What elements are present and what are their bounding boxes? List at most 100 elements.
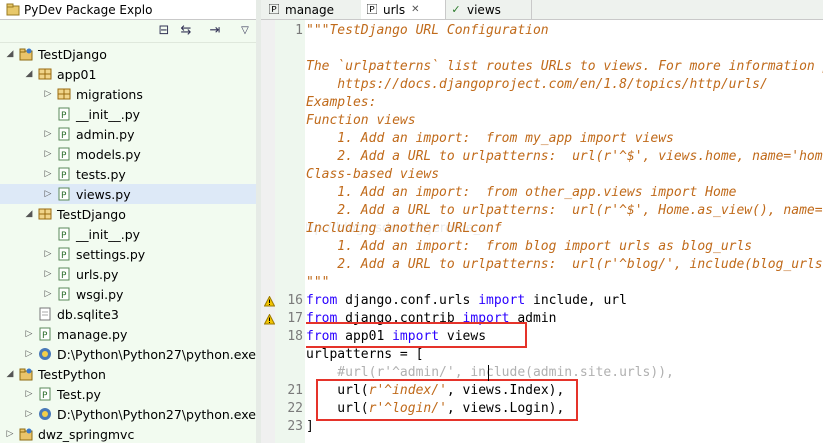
collapsed-arrow-icon[interactable]: ▷ [42,269,54,279]
tree-item[interactable]: db.sqlite3 [0,304,256,324]
close-icon[interactable]: ✕ [411,4,419,15]
collapsed-arrow-icon[interactable]: ▷ [42,289,54,299]
tree-item[interactable]: ▷ migrations [0,84,256,104]
project-icon [18,426,34,442]
line-number: 23 [287,419,303,434]
annotation-ruler [261,20,275,443]
file-icon [37,306,53,322]
tree-item[interactable]: ◢ TestDjango [0,204,256,224]
code-line: ] [306,418,314,436]
view-menu-icon[interactable]: ▽ [237,23,253,39]
tree-item[interactable]: ▷ Purls.py [0,264,256,284]
tree-item[interactable]: ▷ Psettings.py [0,244,256,264]
tree-item-label: D:\Python\Python27\python.exe [57,346,256,362]
explorer-header: PyDev Package Explo [0,0,256,20]
tree-item-label: app01 [57,66,97,82]
collapse-all-icon[interactable]: ⊟ [156,23,172,39]
explorer-view-tab[interactable]: PyDev Package Explo [0,0,158,19]
code-line: urlpatterns = [ [306,346,423,364]
tree-item-label: tests.py [76,166,126,182]
code-token: import [478,293,526,308]
tab-urls[interactable]: 🄿 urls ✕ [361,0,446,19]
line-number: 18 [287,329,303,344]
python-interpreter-icon [37,406,53,422]
package-icon [37,66,53,82]
tree-item[interactable]: ▷ dwz_springmvc [0,424,256,444]
tree-item[interactable]: ◢ TestDjango [0,44,256,64]
collapsed-arrow-icon[interactable]: ▷ [4,429,16,439]
package-icon [56,86,72,102]
py-file-icon: P [56,126,72,142]
svg-text:P: P [61,111,67,121]
py-file-icon: P [37,386,53,402]
tree-item[interactable]: ▷ Pviews.py [0,184,256,204]
collapsed-arrow-icon[interactable]: ▷ [42,149,54,159]
code-line: Including another URLconf [306,220,502,238]
collapsed-arrow-icon[interactable]: ▷ [42,129,54,139]
tree-item-label: migrations [76,86,143,102]
collapsed-arrow-icon[interactable]: ▷ [23,409,35,419]
tree-item[interactable]: ▷ P Test.py [0,384,256,404]
code-line: from django.conf.urls import include, ur… [306,292,627,310]
svg-text:P: P [61,291,67,301]
warning-icon[interactable] [263,313,276,325]
svg-text:P: P [61,251,67,261]
tree-item[interactable]: ▷ Pmanage.py [0,324,256,344]
tab-views[interactable]: ✓ views [445,0,532,19]
code-token: django.conf.urls [337,293,479,308]
tree-item[interactable]: ▷ Pwsgi.py [0,284,256,304]
code-token: include, url [525,293,627,308]
explorer-title: PyDev Package Explo [24,2,153,17]
link-editor-icon[interactable]: ⇆ [178,23,194,39]
tab-label: urls [383,2,406,17]
line-number: 22 [287,401,303,416]
code-line: The `urlpatterns` list routes URLs to vi… [306,58,823,76]
tree-item[interactable]: ▷ D:\Python\Python27\python.exe [0,344,256,364]
code-area[interactable]: http://blog.csdn.net/jerome_s """TestDja… [306,20,823,443]
expanded-arrow-icon[interactable]: ◢ [23,209,35,219]
py-file-icon: P [56,106,72,122]
collapsed-arrow-icon[interactable]: ▷ [42,249,54,259]
collapsed-arrow-icon[interactable]: ▷ [42,189,54,199]
code-line: """TestDjango URL Configuration [306,22,549,40]
py-file-icon: P [56,286,72,302]
tree-item[interactable]: ◢ TestPython [0,364,256,384]
collapsed-arrow-icon[interactable]: ▷ [42,169,54,179]
svg-text:P: P [61,271,67,281]
tree-item[interactable]: ▷ D:\Python\Python27\python.exe [0,404,256,424]
svg-text:P: P [61,171,67,181]
highlight-urls-box [316,379,578,421]
tree-item[interactable]: P __init__.py [0,224,256,244]
tab-manage[interactable]: 🄿 manage [263,0,362,19]
code-line: Examples: [306,94,376,112]
collapsed-arrow-icon[interactable]: ▷ [23,329,35,339]
tree-item-label: models.py [76,146,141,162]
collapsed-arrow-icon[interactable]: ▷ [23,349,35,359]
code-editor: 🄿 manage 🄿 urls ✕ ✓ views 1 16 17 18 21 22 23 … [261,0,823,443]
tree-item[interactable]: ◢ app01 [0,64,256,84]
explorer-toolbar: ⊟ ⇆ ⇥ ▽ [0,20,256,43]
expanded-arrow-icon[interactable]: ◢ [4,49,16,59]
tree-item-label: urls.py [76,266,119,282]
tree-item-label: D:\Python\Python27\python.exe [57,406,256,422]
code-token: from [306,293,338,308]
focus-icon[interactable]: ⇥ [207,23,223,39]
expanded-arrow-icon[interactable]: ◢ [4,369,16,379]
tree-item-label: __init__.py [76,226,141,242]
tree-item[interactable]: ▷ Padmin.py [0,124,256,144]
collapsed-arrow-icon[interactable]: ▷ [23,389,35,399]
tree-item[interactable]: P __init__.py [0,104,256,124]
py-file-icon: P [56,246,72,262]
warning-icon[interactable] [263,295,276,307]
line-number: 1 [295,23,303,38]
svg-text:P: P [61,191,67,201]
tree-item[interactable]: ▷ Ptests.py [0,164,256,184]
expanded-arrow-icon[interactable]: ◢ [23,69,35,79]
collapsed-arrow-icon[interactable]: ▷ [42,89,54,99]
py-file-icon: P [56,146,72,162]
tree-item[interactable]: ▷ Pmodels.py [0,144,256,164]
code-token: 1. Add an import: from blog import urls … [306,239,753,254]
code-line: 1. Add an import: from blog import urls … [306,238,752,256]
tree-item-label: __init__.py [76,106,141,122]
code-token: """ [306,275,330,290]
